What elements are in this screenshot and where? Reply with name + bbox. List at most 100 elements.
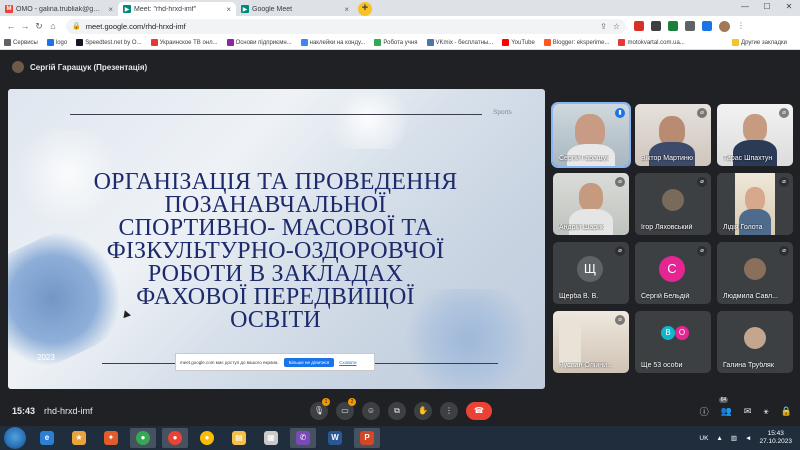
taskbar-app[interactable]: ✆ (290, 428, 316, 448)
adblock-extension-icon[interactable] (634, 21, 644, 31)
participant-tile[interactable]: Щ ⌀ Щерба В. В. (553, 242, 629, 304)
taskbar-app[interactable]: ● (130, 428, 156, 448)
bookmark-label: logo (55, 39, 68, 46)
home-button[interactable]: ⌂ (46, 21, 60, 31)
participant-tile[interactable]: ⌀ Людмила Савл... (717, 242, 793, 304)
tab-meet-active[interactable]: ▶ Meet: "rhd-hrxd-imf" × (118, 2, 236, 16)
reactions-button[interactable]: ☺ (362, 402, 380, 420)
bookmark-item[interactable]: VKmix - бесплатны... (426, 39, 493, 46)
bookmark-item[interactable]: Робота учня (374, 39, 418, 46)
hide-notice-link[interactable]: Сховати (339, 360, 356, 365)
tray-arrow-icon[interactable]: ▲ (716, 435, 722, 442)
bookmark-label: Робота учня (383, 39, 418, 46)
puzzle-icon[interactable] (685, 21, 695, 31)
app-icon: ✦ (104, 431, 118, 445)
language-indicator[interactable]: UK (699, 435, 708, 442)
close-icon[interactable]: × (344, 5, 349, 14)
shared-presentation[interactable]: Sports ОРГАНІЗАЦІЯ ТА ПРОВЕДЕННЯ ПОЗАНАВ… (8, 89, 545, 389)
bookmark-item[interactable]: motokvartal.com.ua... (618, 39, 685, 46)
bookmark-item[interactable]: Украинское ТВ онл... (150, 39, 218, 46)
bookmark-item[interactable]: YouTube (502, 39, 535, 46)
participant-initial: В (661, 326, 675, 340)
address-bar[interactable]: 🔒 meet.google.com/rhd-hrxd-imf ⇪ ☆ (66, 18, 626, 34)
host-controls-icon[interactable]: 🔒 (781, 406, 792, 417)
taskbar-time: 15:43 (767, 430, 784, 437)
slide-tag: Sports (493, 109, 512, 116)
participant-tile[interactable]: С ⌀ Сергій Бельдій (635, 242, 711, 304)
participant-tile[interactable]: Галина Трубляк (717, 311, 793, 373)
taskbar-app[interactable]: ● (194, 428, 220, 448)
taskbar-app[interactable]: ▤ (226, 428, 252, 448)
new-tab-button[interactable]: + (358, 2, 372, 16)
folder-icon (732, 39, 740, 46)
extension-icon[interactable] (668, 21, 678, 31)
raise-hand-button[interactable]: ✋ (414, 402, 432, 420)
participant-tile[interactable]: ⌀ Лідія Голота (717, 173, 793, 235)
microphone-button[interactable]: 🎙 1 (310, 398, 330, 420)
people-icon[interactable]: 👥 64 (718, 396, 732, 417)
presenter-name: Сергій Гаращук (Презентація) (30, 62, 148, 72)
menu-kebab-icon[interactable]: ⋮ (737, 21, 745, 31)
close-icon[interactable]: × (108, 5, 113, 14)
stop-sharing-button[interactable]: Більше не ділитися (283, 357, 335, 367)
bookmark-item[interactable]: logo (46, 39, 68, 46)
mic-off-icon: ⌀ (697, 108, 707, 118)
other-bookmarks[interactable]: Другие закладки (732, 39, 787, 46)
back-button[interactable]: ← (4, 21, 18, 31)
participant-tile[interactable]: ⌀ Ігор Ляховський (635, 173, 711, 235)
chat-icon[interactable]: ✉ (744, 406, 752, 417)
participant-tile[interactable]: ⌀ Віктор Мартиню (635, 104, 711, 166)
close-icon[interactable]: × (226, 5, 231, 14)
participant-name: Сергій Бельдій (641, 293, 690, 300)
participant-tile[interactable]: В О Ще 53 особи (635, 311, 711, 373)
start-button[interactable] (4, 427, 26, 449)
participant-video-person (745, 187, 765, 211)
leave-call-button[interactable]: ☎ (466, 402, 492, 420)
taskbar-app[interactable]: W (322, 428, 348, 448)
present-screen-button[interactable]: ⧉ (388, 402, 406, 420)
more-options-button[interactable]: ⋮ (440, 402, 458, 420)
bookmark-item[interactable]: Основи підприємн... (226, 39, 292, 46)
viber-icon: ✆ (296, 431, 310, 445)
participant-video-person (649, 142, 695, 166)
maximize-button[interactable]: ☐ (756, 0, 778, 14)
bookmark-label: Сервисы (13, 39, 38, 46)
taskbar-clock[interactable]: 15:43 27.10.2023 (759, 430, 792, 446)
people-count: 64 (718, 396, 729, 403)
participant-name: Галина Трубляк (723, 362, 774, 369)
activities-icon[interactable]: ⚹ (763, 406, 768, 417)
participant-tile[interactable]: ⌀ Руслан Олійни... (553, 311, 629, 373)
bookmark-item[interactable]: наклейки на конду... (300, 39, 365, 46)
extension-icon[interactable] (702, 21, 712, 31)
vk-icon (426, 39, 434, 46)
tab-google-meet[interactable]: ▶ Google Meet × (236, 2, 354, 16)
taskbar-app[interactable]: ● (162, 428, 188, 448)
minimize-button[interactable]: — (734, 0, 756, 14)
participant-tile[interactable]: ⌀ Андрій Шарик (553, 173, 629, 235)
taskbar-app[interactable]: ▦ (258, 428, 284, 448)
extension-icon[interactable] (651, 21, 661, 31)
taskbar-app[interactable]: P (354, 428, 380, 448)
meeting-details-icon[interactable]: ⓘ (700, 405, 709, 418)
taskbar-app[interactable]: ✦ (98, 428, 124, 448)
slide-title-line: ОСВІТИ (230, 307, 321, 333)
participant-tile[interactable]: ⌀ Тарас Шпахтун (717, 104, 793, 166)
forward-button[interactable]: → (18, 21, 32, 31)
bookmark-item[interactable]: Blogger: eksperime... (543, 39, 609, 46)
bookmark-item[interactable]: Сервисы (4, 39, 38, 46)
network-icon[interactable]: ▥ (731, 434, 737, 442)
participant-initial: С (659, 256, 685, 282)
bookmark-star-icon[interactable]: ☆ (613, 22, 620, 31)
close-window-button[interactable]: ✕ (778, 0, 800, 14)
meeting-clock: 15:43 (12, 406, 36, 416)
taskbar-app[interactable]: ★ (66, 428, 92, 448)
volume-icon[interactable]: ◄ (745, 435, 751, 442)
reload-button[interactable]: ↻ (32, 21, 46, 32)
participant-tile[interactable]: ▮ Сергій Гаращук (551, 102, 631, 168)
bookmark-item[interactable]: Speedtest.net by O... (76, 39, 142, 46)
profile-avatar[interactable] (719, 20, 730, 32)
taskbar-app[interactable]: e (34, 428, 60, 448)
share-icon[interactable]: ⇪ (600, 22, 607, 31)
camera-button[interactable]: ▭ 2 (336, 398, 356, 420)
tab-gmail[interactable]: M ОМО - galina.trubliak@gmail.com × (0, 2, 118, 16)
